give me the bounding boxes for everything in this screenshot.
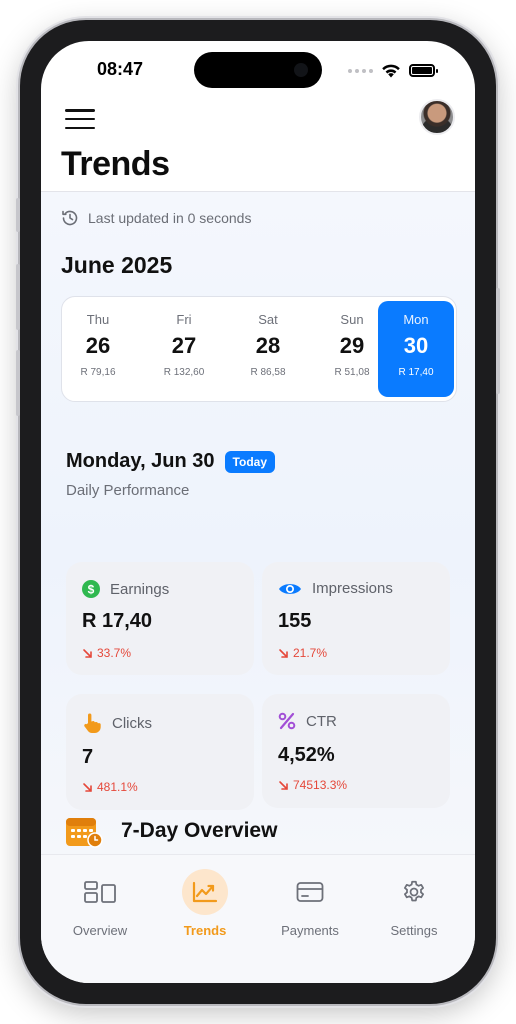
day-of-week: Sat — [258, 312, 278, 327]
card-value: 4,52% — [278, 744, 335, 766]
svg-text:$: $ — [88, 582, 95, 596]
card-label: Clicks — [112, 714, 152, 732]
card-header: $ Earnings — [82, 580, 169, 598]
percent-icon — [278, 712, 296, 730]
status-indicators — [348, 63, 438, 78]
chart-icon — [192, 881, 218, 903]
card-change: 21.7% — [278, 646, 327, 660]
arrow-down-right-icon — [279, 648, 288, 658]
menu-button[interactable] — [65, 109, 95, 129]
card-change: 74513.3% — [278, 778, 347, 792]
card-label: Impressions — [312, 580, 393, 597]
arrow-down-right-icon — [83, 648, 92, 658]
last-updated-text: Last updated in 0 seconds — [88, 210, 252, 226]
tab-active-indicator — [182, 869, 228, 915]
power-button — [496, 288, 500, 394]
day-amount: R 79,16 — [80, 367, 116, 378]
tab-bar: Overview Trends Payments Settings — [41, 854, 475, 983]
card-value: 155 — [278, 610, 312, 632]
day-item[interactable]: Thu 26 R 79,16 — [62, 297, 140, 401]
dynamic-island — [194, 52, 322, 88]
day-number: 30 — [403, 333, 429, 358]
eye-icon — [279, 583, 301, 594]
today-badge: Today — [224, 450, 275, 473]
arrow-down-right-icon — [83, 782, 92, 792]
day-item[interactable]: Sat 28 R 86,58 — [226, 297, 310, 401]
calendar-icon — [66, 818, 103, 848]
selected-date: Monday, Jun 30 — [66, 450, 215, 472]
day-amount: R 17,40 — [398, 367, 434, 378]
card-header: Impressions — [278, 580, 393, 597]
overview-header: 7-Day Overview — [65, 814, 277, 848]
tab-label: Overview — [72, 923, 128, 938]
tab-payments[interactable]: Payments — [260, 865, 360, 938]
impressions-card[interactable]: Impressions 155 21.7% — [262, 562, 450, 675]
volume-down-button — [16, 350, 20, 416]
change-value: 74513.3% — [293, 778, 348, 792]
earnings-card[interactable]: $ Earnings R 17,40 33.7% — [66, 562, 254, 675]
card-header: CTR — [278, 712, 337, 730]
status-time: 08:47 — [97, 59, 144, 79]
card-value: 7 — [82, 746, 94, 768]
day-number: 28 — [255, 333, 281, 358]
screen: 08:47 Trends Last updated in 0 seconds J… — [41, 41, 475, 983]
day-of-week: Mon — [403, 312, 429, 327]
day-number: 26 — [85, 333, 111, 358]
day-amount: R 86,58 — [250, 367, 286, 378]
card-change: 481.1% — [82, 780, 138, 794]
signal-icon — [348, 68, 373, 73]
card-label: CTR — [306, 712, 337, 730]
tab-settings[interactable]: Settings — [364, 865, 464, 938]
section-subtitle: Daily Performance — [66, 482, 190, 499]
arrow-down-right-icon — [279, 780, 288, 790]
selected-date-header: Monday, Jun 30 Today — [66, 450, 275, 473]
day-item[interactable]: Fri 27 R 132,60 — [142, 297, 226, 401]
card-change: 33.7% — [82, 646, 131, 660]
main-content[interactable]: Last updated in 0 seconds June 2025 Thu … — [41, 192, 475, 854]
history-icon — [62, 210, 78, 226]
tab-trends[interactable]: Trends — [155, 865, 255, 938]
ctr-card[interactable]: CTR 4,52% 74513.3% — [262, 694, 450, 808]
dollar-icon: $ — [82, 580, 100, 598]
date-strip[interactable]: Thu 26 R 79,16 Fri 27 R 132,60 Sat 28 R … — [61, 296, 457, 402]
day-of-week: Thu — [86, 312, 110, 327]
day-item-selected[interactable]: Mon 30 R 17,40 — [378, 301, 454, 397]
day-amount: R 132,60 — [163, 367, 205, 378]
month-label: June 2025 — [61, 252, 173, 278]
change-value: 481.1% — [97, 780, 138, 794]
dashboard-icon — [84, 881, 116, 903]
card-value: R 17,40 — [82, 610, 153, 632]
gear-icon — [404, 880, 424, 902]
day-of-week: Fri — [176, 312, 192, 327]
tab-label: Settings — [390, 923, 438, 938]
avatar[interactable] — [419, 99, 455, 135]
pointer-hand-icon — [84, 713, 101, 733]
tab-overview[interactable]: Overview — [50, 865, 150, 938]
card-icon — [296, 882, 324, 902]
action-button — [16, 198, 20, 232]
change-value: 21.7% — [293, 646, 328, 660]
volume-up-button — [16, 264, 20, 330]
change-value: 33.7% — [97, 646, 132, 660]
day-number: 27 — [171, 333, 197, 358]
card-label: Earnings — [110, 580, 170, 598]
front-camera — [294, 63, 308, 77]
overview-title: 7-Day Overview — [121, 819, 278, 842]
battery-icon — [409, 64, 438, 77]
wifi-icon — [382, 64, 400, 78]
clicks-card[interactable]: Clicks 7 481.1% — [66, 694, 254, 810]
tab-label: Trends — [183, 923, 227, 938]
tab-label: Payments — [281, 923, 339, 938]
last-updated: Last updated in 0 seconds — [60, 208, 251, 228]
card-header: Clicks — [82, 712, 152, 734]
page-title: Trends — [61, 145, 170, 183]
